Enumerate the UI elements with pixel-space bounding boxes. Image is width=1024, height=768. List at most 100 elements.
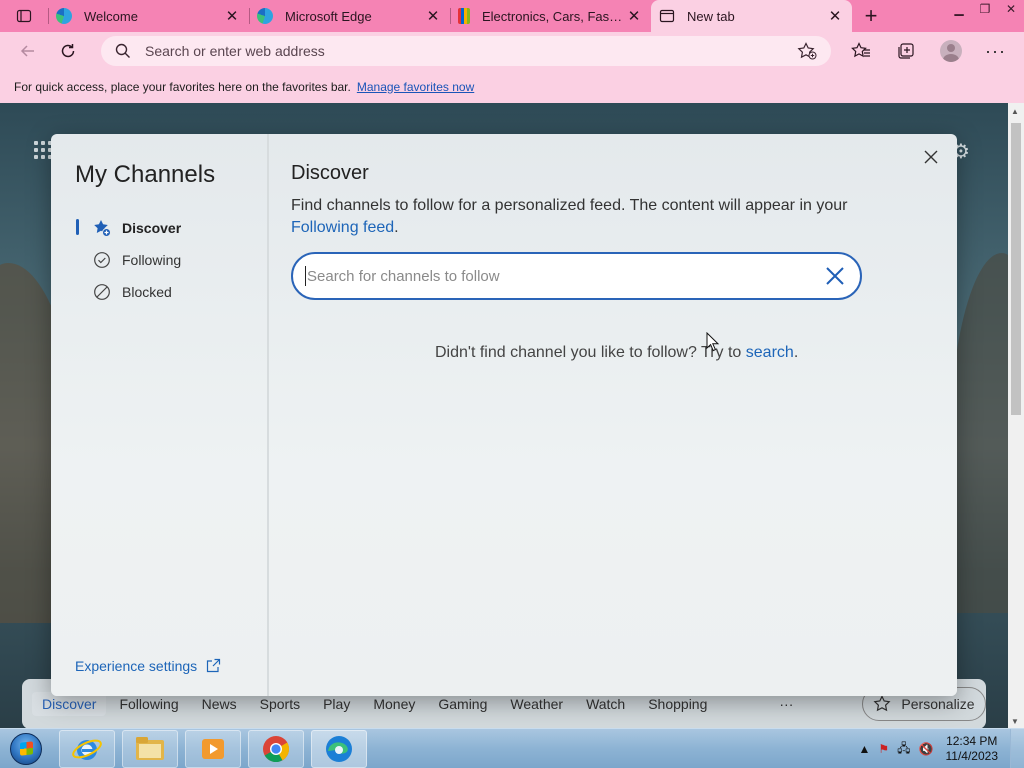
clear-search-button[interactable] xyxy=(822,263,848,289)
windows-taskbar: ▲ ⚑ 🖧 🔇 12:34 PM 11/4/2023 xyxy=(0,728,1024,768)
tab-close-icon[interactable]: ✕ xyxy=(223,7,241,25)
taskbar-internet-explorer[interactable] xyxy=(59,730,115,768)
feed-nav-following[interactable]: Following xyxy=(119,696,178,712)
add-favorite-icon[interactable] xyxy=(797,42,817,60)
ebay-icon xyxy=(458,8,470,24)
tab-title: Electronics, Cars, Fashion xyxy=(482,8,625,24)
favorites-icon xyxy=(850,42,870,58)
tab-title: New tab xyxy=(687,8,735,24)
tab-actions-icon xyxy=(16,9,32,23)
chrome-icon xyxy=(263,736,290,763)
scrollbar-thumb[interactable] xyxy=(1011,123,1021,415)
windows-logo-icon xyxy=(10,733,42,765)
favorites-bar-message: For quick access, place your favorites h… xyxy=(14,79,351,94)
browser-toolbar: Search or enter web address ··· xyxy=(0,32,1024,70)
minimize-button[interactable]: ▁ xyxy=(946,0,972,18)
collections-button[interactable] xyxy=(883,35,928,67)
restore-button[interactable]: ❐ xyxy=(972,0,998,18)
close-window-button[interactable]: ✕ xyxy=(998,0,1024,18)
clear-icon xyxy=(826,267,844,285)
following-feed-link[interactable]: Following feed xyxy=(291,219,394,236)
address-placeholder: Search or enter web address xyxy=(145,43,325,59)
folder-icon xyxy=(136,737,164,760)
description-end: . xyxy=(394,219,399,236)
manage-favorites-link[interactable]: Manage favorites now xyxy=(357,80,474,94)
network-icon[interactable]: 🖧 xyxy=(897,739,910,760)
tab-close-icon[interactable]: ✕ xyxy=(424,7,442,25)
new-tab-button[interactable]: + xyxy=(852,0,890,32)
feed-nav-more-button[interactable]: ··· xyxy=(779,696,793,712)
nav-blocked[interactable]: Blocked xyxy=(93,283,172,301)
tab-ebay[interactable]: Electronics, Cars, Fashion ✕ xyxy=(450,0,651,32)
feed-nav-news[interactable]: News xyxy=(202,696,237,712)
refresh-icon xyxy=(61,44,75,58)
app-launcher-icon[interactable] xyxy=(34,141,52,159)
active-nav-indicator xyxy=(76,219,79,235)
system-tray: ▲ ⚑ 🖧 🔇 12:34 PM 11/4/2023 xyxy=(859,729,1024,768)
volume-muted-icon[interactable]: 🔇 xyxy=(919,742,934,756)
tab-welcome[interactable]: Welcome ✕ xyxy=(48,0,249,32)
nav-discover-label: Discover xyxy=(122,220,182,236)
tab-microsoft-edge[interactable]: Microsoft Edge ✕ xyxy=(249,0,450,32)
feed-nav-watch[interactable]: Watch xyxy=(586,696,625,712)
tab-strip: Welcome ✕ Microsoft Edge ✕ Electronics, … xyxy=(0,0,1024,32)
experience-settings-link[interactable]: Experience settings xyxy=(75,658,221,674)
edge-icon xyxy=(56,8,72,24)
avatar xyxy=(939,40,962,62)
background-hill xyxy=(948,253,1008,613)
section-description: Find channels to follow for a personaliz… xyxy=(291,195,861,239)
clock[interactable]: 12:34 PM 11/4/2023 xyxy=(946,734,999,764)
address-bar[interactable]: Search or enter web address xyxy=(101,36,831,66)
taskbar-chrome[interactable] xyxy=(248,730,304,768)
back-arrow-icon xyxy=(20,45,34,57)
tab-title: Microsoft Edge xyxy=(285,8,372,24)
start-button[interactable] xyxy=(4,730,48,768)
plus-icon: + xyxy=(864,3,878,28)
feed-nav-gaming[interactable]: Gaming xyxy=(438,696,487,712)
toolbar-right: ··· xyxy=(838,32,1024,70)
nav-discover[interactable]: Discover xyxy=(93,219,181,237)
feed-nav-sports[interactable]: Sports xyxy=(260,696,300,712)
edge-icon xyxy=(257,8,273,24)
show-hidden-icons-icon[interactable]: ▲ xyxy=(859,742,871,756)
search-link[interactable]: search xyxy=(746,344,794,361)
feed-nav-money[interactable]: Money xyxy=(373,696,415,712)
page-scrollbar[interactable]: ▲ ▼ xyxy=(1008,103,1024,728)
window-controls: ▁ ❐ ✕ xyxy=(946,0,1024,20)
show-desktop-button[interactable] xyxy=(1010,729,1024,768)
back-button[interactable] xyxy=(8,35,48,67)
dialog-title: My Channels xyxy=(75,161,216,188)
scroll-up-icon[interactable]: ▲ xyxy=(1011,107,1019,116)
taskbar-media-player[interactable] xyxy=(185,730,241,768)
refresh-button[interactable] xyxy=(48,35,88,67)
clock-time: 12:34 PM xyxy=(946,734,998,748)
tab-close-icon[interactable]: ✕ xyxy=(826,7,844,25)
favorites-button[interactable] xyxy=(838,35,883,67)
channels-sidebar: My Channels Discover Following Blocked E… xyxy=(51,134,269,696)
newtab-icon xyxy=(659,8,675,24)
tab-close-icon[interactable]: ✕ xyxy=(625,7,643,25)
tab-title: Welcome xyxy=(84,8,138,24)
media-player-icon xyxy=(202,739,224,759)
settings-more-button[interactable]: ··· xyxy=(973,35,1018,67)
feed-nav-weather[interactable]: Weather xyxy=(510,696,563,712)
tab-actions-button[interactable] xyxy=(0,0,48,32)
taskbar-file-explorer[interactable] xyxy=(122,730,178,768)
tab-new-tab[interactable]: New tab ✕ xyxy=(651,0,852,32)
block-icon xyxy=(93,283,111,301)
channel-search-input[interactable] xyxy=(307,267,822,285)
favorites-bar: For quick access, place your favorites h… xyxy=(0,70,1024,103)
taskbar-edge[interactable] xyxy=(311,730,367,768)
nav-following[interactable]: Following xyxy=(93,251,181,269)
edge-icon xyxy=(326,736,352,762)
action-center-flag-icon[interactable]: ⚑ xyxy=(878,742,889,756)
personalize-star-icon xyxy=(873,695,891,712)
collections-icon xyxy=(897,43,914,59)
my-channels-dialog: My Channels Discover Following Blocked E… xyxy=(51,134,957,696)
close-dialog-button[interactable] xyxy=(919,145,943,169)
scroll-down-icon[interactable]: ▼ xyxy=(1011,717,1019,726)
profile-button[interactable] xyxy=(928,35,973,67)
feed-nav-shopping[interactable]: Shopping xyxy=(648,696,707,712)
feed-nav-play[interactable]: Play xyxy=(323,696,350,712)
close-icon xyxy=(924,150,938,164)
